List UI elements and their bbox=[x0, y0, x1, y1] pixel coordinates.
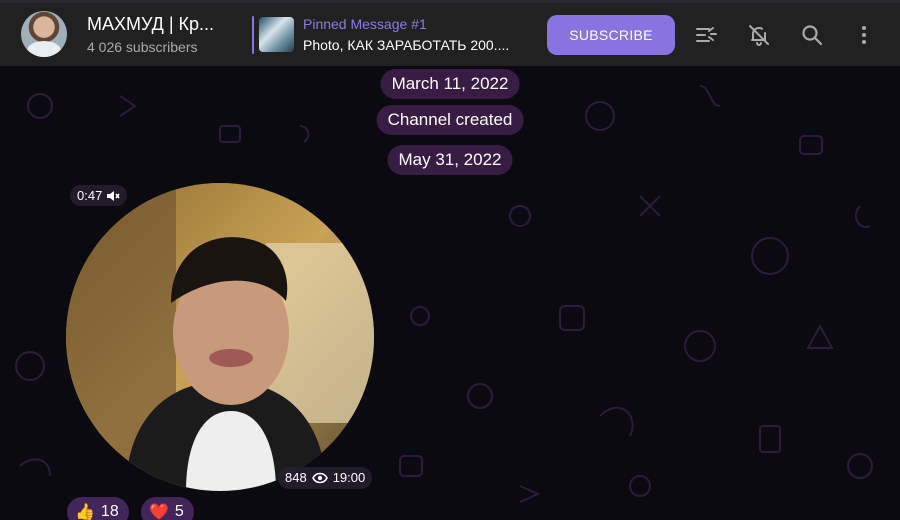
video-duration-badge: 0:47 bbox=[70, 185, 128, 206]
subscribe-button[interactable]: SUBSCRIBE bbox=[547, 15, 675, 55]
channel-avatar[interactable] bbox=[21, 11, 67, 57]
pinned-text: Photo, КАК ЗАРАБОТАТЬ 200.... bbox=[303, 37, 510, 53]
view-count: 848 bbox=[285, 470, 307, 485]
chat-header: МАХМУД | Кр... 4 026 subscribers Pinned … bbox=[0, 3, 900, 66]
round-video-message[interactable] bbox=[66, 183, 374, 491]
pinned-message[interactable]: Pinned Message #1 Photo, КАК ЗАРАБОТАТЬ … bbox=[252, 14, 532, 56]
reaction-count: 5 bbox=[174, 503, 184, 520]
muted-speaker-icon bbox=[107, 190, 120, 201]
video-meta-badge: 848 19:00 bbox=[278, 467, 373, 489]
pinned-title: Pinned Message #1 bbox=[303, 16, 427, 32]
pinned-thumbnail bbox=[259, 17, 294, 52]
thumbs-up-icon: 👍 bbox=[75, 504, 95, 520]
reaction-thumbs-up[interactable]: 👍 18 bbox=[67, 497, 129, 520]
service-message: Channel created bbox=[376, 105, 524, 135]
pinned-indicator-bar bbox=[252, 16, 254, 54]
chat-area[interactable]: March 11, 2022 Channel created May 31, 2… bbox=[0, 66, 900, 520]
reaction-count: 18 bbox=[100, 503, 119, 520]
video-duration: 0:47 bbox=[77, 188, 103, 203]
voice-chat-icon[interactable] bbox=[693, 22, 719, 48]
message-time: 19:00 bbox=[332, 470, 366, 485]
channel-title[interactable]: МАХМУД | Кр... bbox=[87, 14, 214, 35]
more-vertical-icon[interactable] bbox=[851, 22, 877, 48]
date-separator: May 31, 2022 bbox=[387, 145, 513, 175]
date-separator: March 11, 2022 bbox=[380, 69, 520, 99]
eye-icon bbox=[311, 472, 328, 484]
search-icon[interactable] bbox=[799, 22, 825, 48]
reaction-heart[interactable]: ❤️ 5 bbox=[141, 497, 194, 520]
subscriber-count: 4 026 subscribers bbox=[87, 39, 198, 55]
heart-icon: ❤️ bbox=[149, 504, 169, 520]
mute-bell-icon[interactable] bbox=[746, 22, 772, 48]
